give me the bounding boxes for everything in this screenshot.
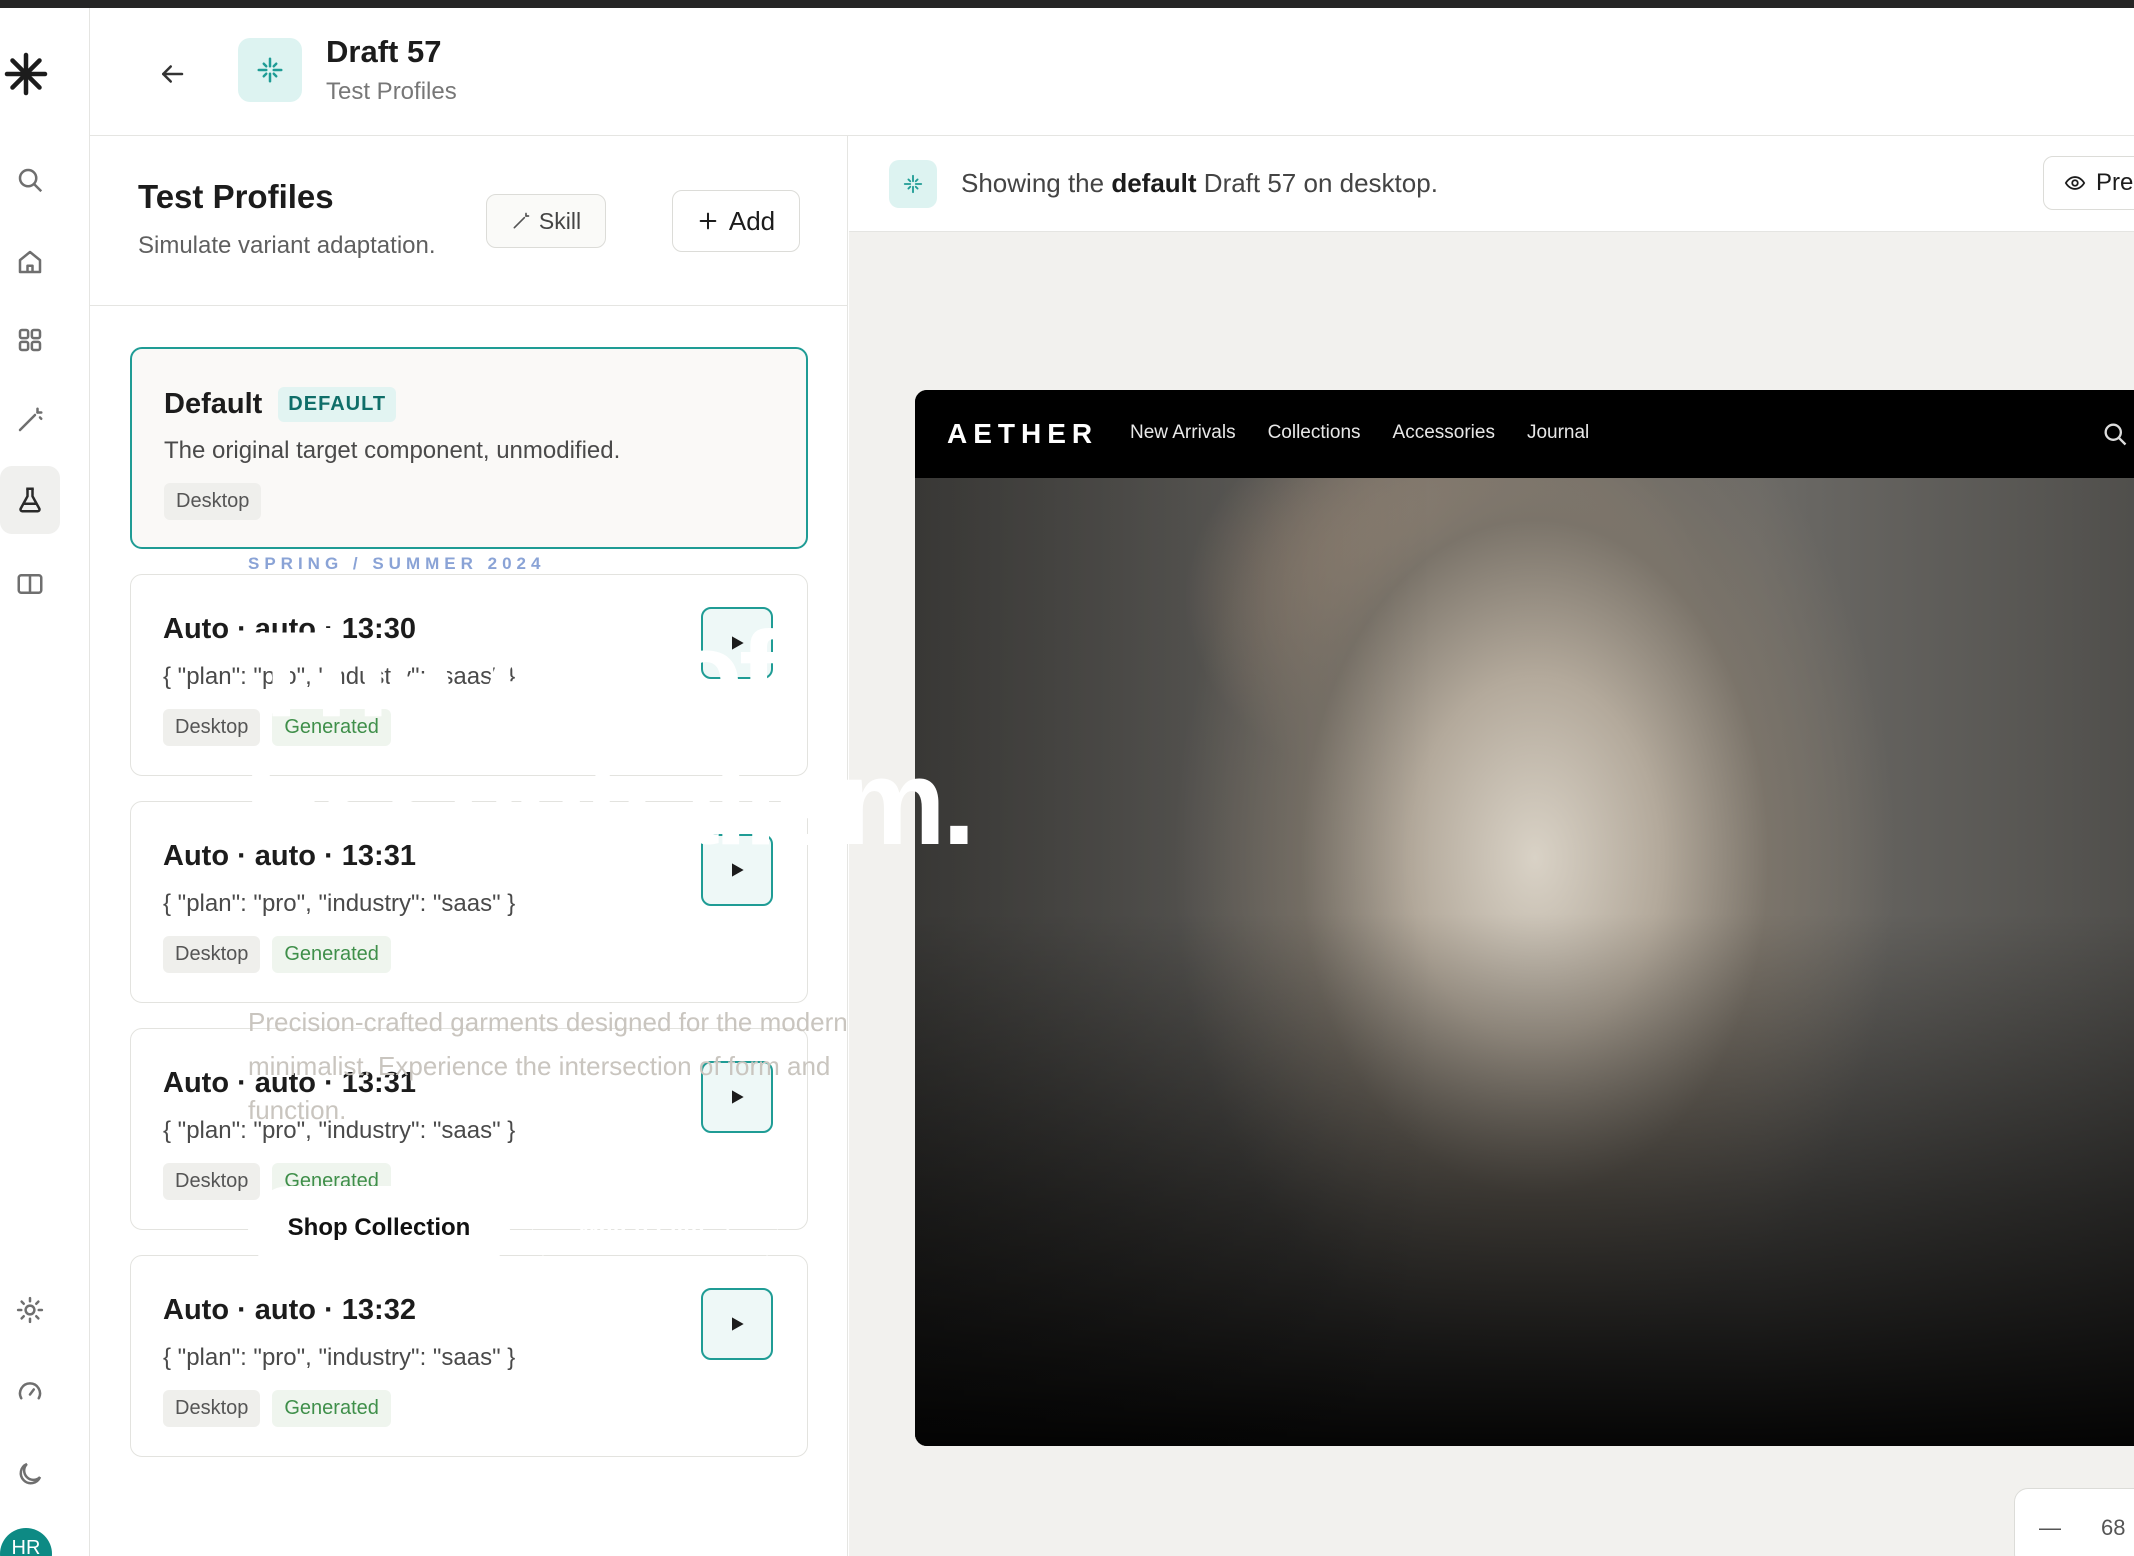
- tag-desktop: Desktop: [163, 1163, 261, 1200]
- status-suffix: Draft 57 on desktop.: [1196, 168, 1438, 198]
- zoom-value: 68: [2101, 1515, 2126, 1540]
- search-icon[interactable]: [0, 146, 60, 214]
- site-preview-frame: AETHER New Arrivals Collections Accessor…: [915, 390, 2134, 1446]
- wand-icon: [513, 212, 530, 229]
- gauge-icon[interactable]: [0, 1358, 60, 1426]
- profile-description: { "plan": "pro", "industry": "saas" }: [163, 890, 516, 917]
- sparkle-icon: [238, 38, 302, 102]
- add-button-label: Add: [728, 205, 776, 236]
- site-menu-item[interactable]: Accessories: [1393, 422, 1495, 444]
- profile-title-row: Default DEFAULT: [164, 387, 397, 422]
- watch-film-label: Watch Film: [577, 1214, 705, 1241]
- profile-tags: Desktop Generated: [163, 1390, 391, 1427]
- status-variant: default: [1111, 168, 1197, 198]
- watch-film-button[interactable]: Watch Film: [532, 1186, 778, 1270]
- tag-generated: Generated: [272, 1390, 391, 1427]
- profile-description: { "plan": "pro", "industry": "saas" }: [163, 1344, 516, 1371]
- hero-headline-line-2: Essentialism.: [244, 734, 976, 870]
- sun-icon[interactable]: [0, 1276, 60, 1344]
- site-logo[interactable]: AETHER: [947, 418, 1098, 450]
- preview-button[interactable]: Pre: [2043, 156, 2134, 210]
- preview-status-text: Showing the default Draft 57 on desktop.: [961, 168, 1438, 199]
- profile-tags: Desktop: [164, 483, 262, 520]
- flask-icon[interactable]: [0, 466, 60, 534]
- hero-image: [915, 478, 2134, 1446]
- profile-card[interactable]: Auto · auto · 13:32 { "plan": "pro", "in…: [130, 1255, 808, 1457]
- hero-headline: The Art of Essentialism.: [244, 606, 976, 870]
- preview-button-label: Pre: [2096, 169, 2134, 196]
- skill-button[interactable]: Skill: [486, 194, 606, 248]
- app-sidebar: HR: [0, 8, 90, 1556]
- profile-title: Auto · auto · 13:32: [163, 1294, 416, 1326]
- shop-collection-button[interactable]: Shop Collection: [248, 1186, 510, 1270]
- panel-subtitle: Simulate variant adaptation.: [138, 232, 436, 259]
- hero-eyebrow: SPRING / SUMMER 2024: [248, 554, 546, 573]
- search-icon[interactable]: [2101, 420, 2129, 453]
- site-menu-item[interactable]: New Arrivals: [1130, 422, 1236, 444]
- site-menu-item[interactable]: Collections: [1268, 422, 1361, 444]
- profile-card-default[interactable]: Default DEFAULT The original target comp…: [130, 347, 808, 549]
- tag-desktop: Desktop: [163, 1390, 261, 1427]
- skill-button-label: Skill: [538, 207, 582, 234]
- app-logo-icon[interactable]: [0, 46, 52, 102]
- default-badge: DEFAULT: [278, 387, 397, 422]
- panel-title: Test Profiles: [138, 178, 334, 215]
- moon-icon[interactable]: [0, 1440, 60, 1508]
- home-icon[interactable]: [0, 228, 60, 296]
- wand-icon[interactable]: [0, 386, 60, 454]
- zoom-control: — 68: [2014, 1488, 2134, 1556]
- tag-desktop: Desktop: [163, 936, 261, 973]
- page-title: Draft 57: [326, 34, 442, 69]
- zoom-out-button[interactable]: —: [2039, 1515, 2061, 1541]
- preview-info-bar: Showing the default Draft 57 on desktop.…: [849, 136, 2134, 232]
- site-menu: New Arrivals Collections Accessories Jou…: [1130, 422, 1589, 444]
- site-nav: AETHER New Arrivals Collections Accessor…: [915, 390, 2134, 478]
- profile-description: The original target component, unmodifie…: [164, 437, 621, 464]
- grid-icon[interactable]: [0, 306, 60, 374]
- eye-icon: [2064, 176, 2086, 190]
- profile-tags: Desktop Generated: [163, 936, 391, 973]
- run-profile-button[interactable]: [701, 1288, 773, 1360]
- add-profile-button[interactable]: Add: [672, 190, 800, 252]
- page-header: Draft 57 Test Profiles: [90, 8, 2134, 136]
- site-menu-item[interactable]: Journal: [1527, 422, 1589, 444]
- plus-icon: [699, 212, 717, 230]
- avatar[interactable]: HR: [0, 1528, 52, 1556]
- hero-overlay: [915, 478, 2134, 1446]
- tag-desktop: Desktop: [164, 483, 262, 520]
- hero-headline-line-1: The Art of: [244, 606, 780, 742]
- status-prefix: Showing the: [961, 168, 1112, 198]
- back-arrow-icon[interactable]: [150, 52, 194, 96]
- play-icon: [732, 1317, 744, 1331]
- panel-header: Test Profiles Simulate variant adaptatio…: [90, 136, 848, 306]
- page-subtitle: Test Profiles: [326, 78, 457, 105]
- profile-title: Default: [164, 388, 263, 420]
- sparkle-icon: [889, 160, 937, 208]
- book-icon[interactable]: [0, 550, 60, 618]
- arrow-right-icon: [716, 1222, 730, 1234]
- top-strip: [0, 0, 2134, 8]
- hero-description: Precision-crafted garments designed for …: [248, 1007, 848, 1125]
- tag-generated: Generated: [272, 936, 391, 973]
